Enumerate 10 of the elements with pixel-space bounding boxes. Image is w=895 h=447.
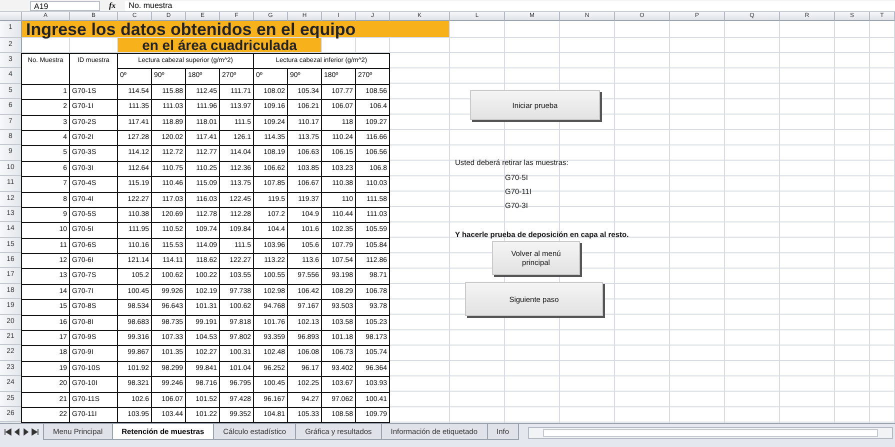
horizontal-scrollbar[interactable] [528,427,893,439]
first-sheet-icon[interactable] [4,428,12,436]
previous-sheet-icon[interactable] [13,428,21,436]
function-label[interactable]: fx [106,1,119,10]
name-box[interactable]: A19 [30,0,100,10]
formula-field[interactable]: No. muestra [124,0,895,10]
next-sheet-icon[interactable] [22,428,30,436]
last-sheet-icon[interactable] [31,428,39,436]
subtitle-text: en el área cuadriculada [118,38,322,53]
title-text: Ingrese los datos obtenidos en el equipo [22,21,450,38]
